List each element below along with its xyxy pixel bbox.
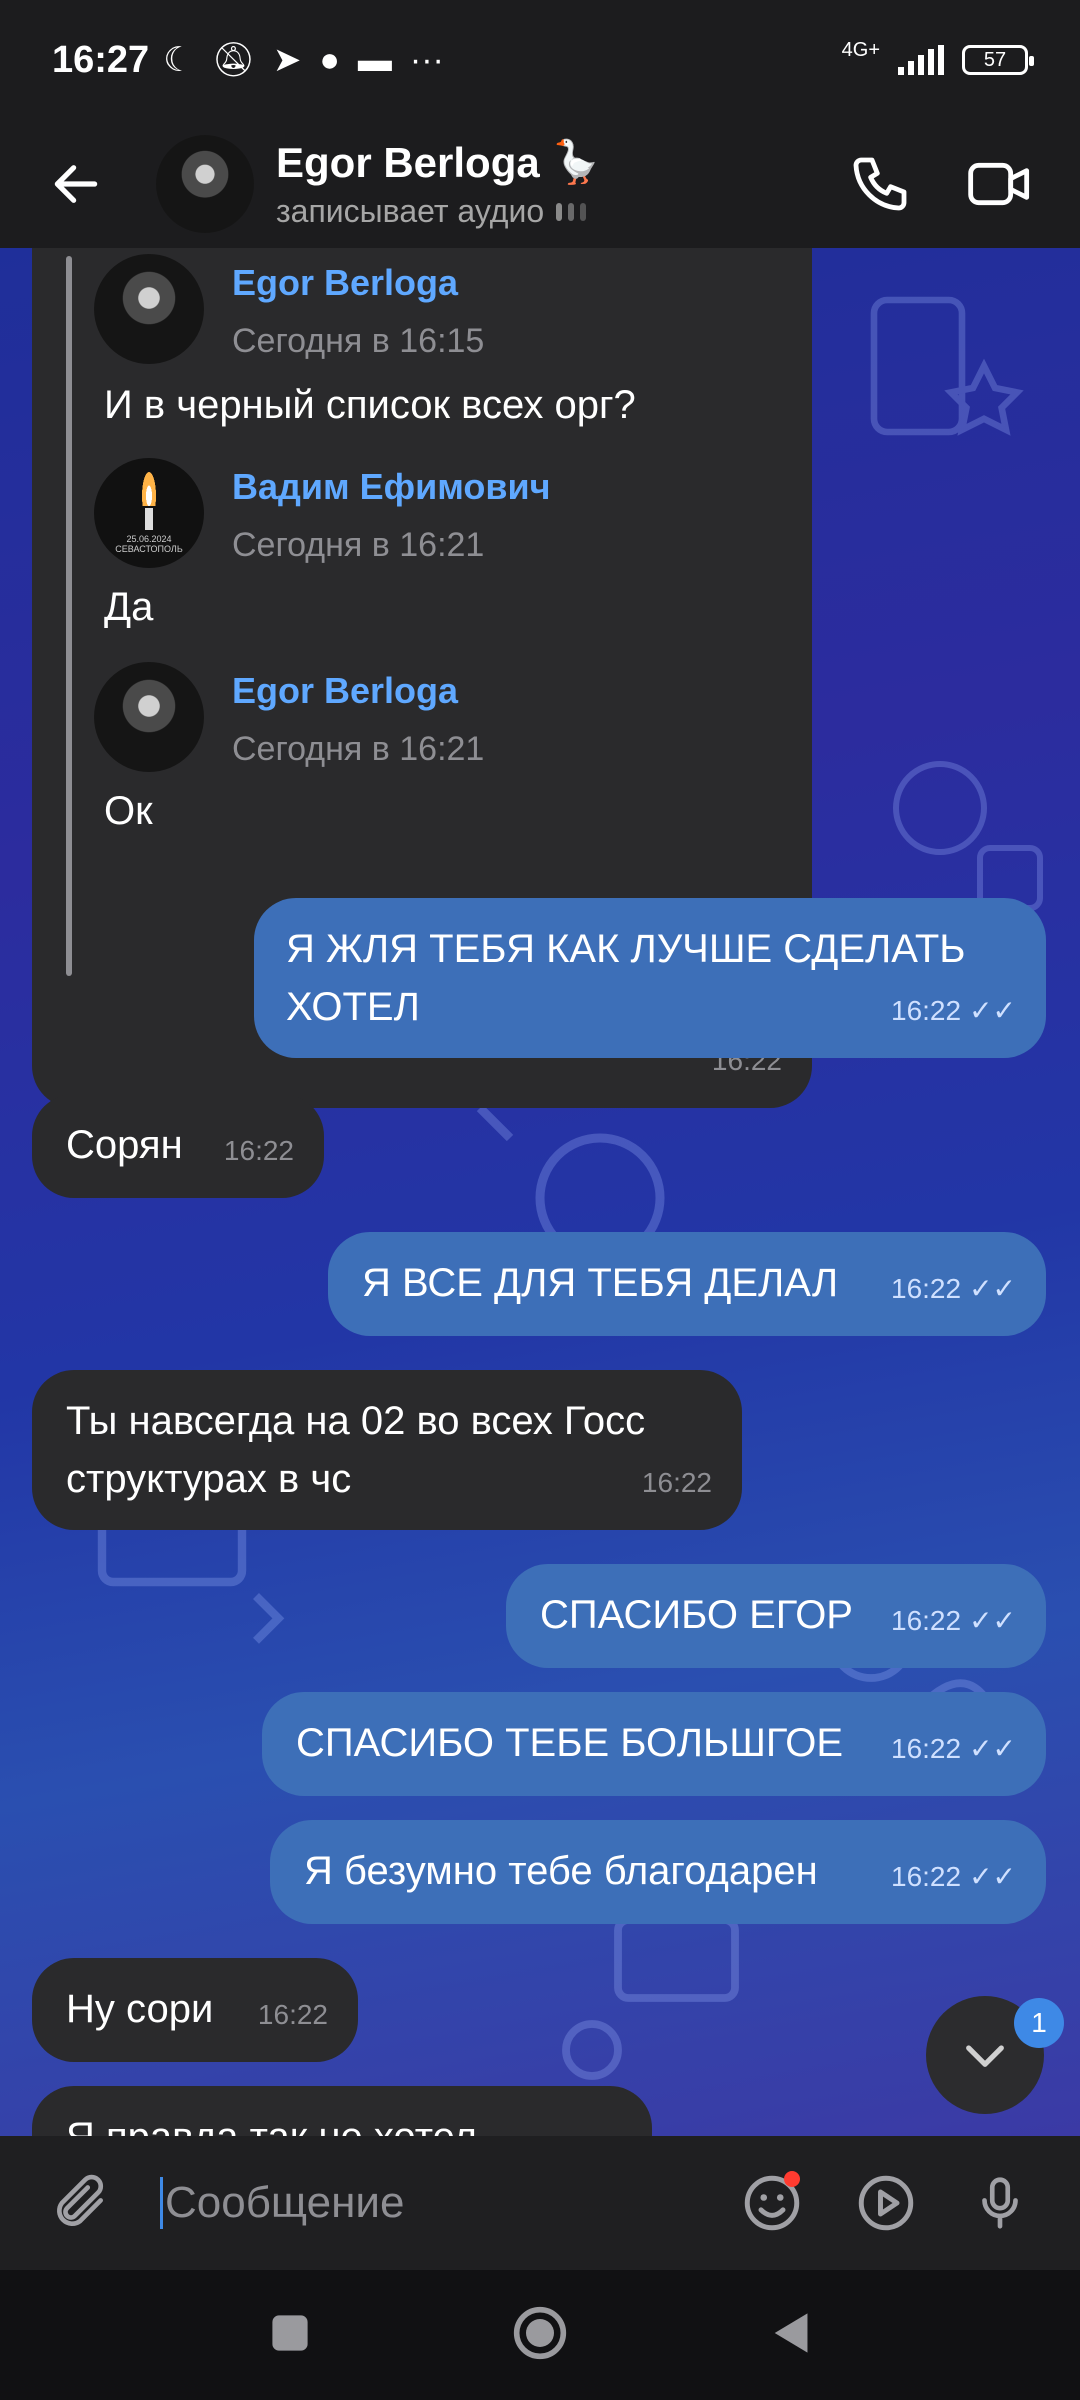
quote-text: Ок bbox=[104, 789, 153, 833]
status-bar: 16:27 ☾ 🔕︎ ➤ ● ▬ ··· 4G+ 57 bbox=[0, 0, 1080, 120]
telegram-icon: ➤ bbox=[272, 41, 302, 79]
message-composer: Сообщение bbox=[0, 2136, 1080, 2270]
avatar-caption: 25.06.2024 СЕВАСТОПОЛЬ bbox=[115, 534, 183, 554]
message-text: Я безумно тебе благодарен bbox=[304, 1849, 818, 1893]
message-text: Я правда так не хотел bbox=[66, 2115, 477, 2136]
message-text: СПАСИБО ЕГОР bbox=[540, 1593, 853, 1637]
home-icon[interactable] bbox=[512, 2305, 568, 2366]
contact-status: записывает аудио bbox=[276, 193, 545, 229]
battery-icon: 57 bbox=[962, 45, 1034, 75]
message-bubble-in[interactable]: Сорян 16:22 bbox=[32, 1094, 324, 1198]
message-text: Я ВСЕ ДЛЯ ТЕБЯ ДЕЛАЛ bbox=[362, 1261, 839, 1305]
message-text: Я ЖЛЯ ТЕБЯ КАК ЛУЧШЕ СДЕЛАТЬ bbox=[286, 927, 966, 971]
double-check-icon: ✓✓ bbox=[969, 1273, 1016, 1304]
quote-date: Сегодня в 16:21 bbox=[232, 730, 485, 768]
message-bubble-out[interactable]: Я ВСЕ ДЛЯ ТЕБЯ ДЕЛАЛ 16:22 ✓✓ bbox=[328, 1232, 1046, 1336]
quote-avatar-egor bbox=[94, 662, 204, 772]
quote-line bbox=[66, 256, 72, 976]
message-meta: 16:22 ✓✓ bbox=[891, 1720, 1016, 1778]
message-time: 16:22 bbox=[223, 1135, 294, 1166]
system-navigation-bar bbox=[0, 2270, 1080, 2400]
message-text: Ты навсегда на 02 во всех Госс bbox=[66, 1399, 646, 1443]
message-bubble-in[interactable]: Ты навсегда на 02 во всех Госс структура… bbox=[32, 1370, 742, 1530]
message-bubble-out[interactable]: Я ЖЛЯ ТЕБЯ КАК ЛУЧШЕ СДЕЛАТЬ ХОТЕЛ 16:22… bbox=[254, 898, 1046, 1058]
message-time: 16:22 bbox=[891, 1861, 962, 1892]
message-time: 16:22 bbox=[891, 995, 962, 1026]
status-right: 4G+ 57 bbox=[842, 39, 1034, 75]
quote-date: Сегодня в 16:21 bbox=[232, 526, 485, 564]
network-type: 4G+ bbox=[841, 38, 880, 61]
contact-info[interactable]: Egor Berloga 🪿 записывает аудио bbox=[276, 138, 800, 230]
double-check-icon: ✓✓ bbox=[969, 995, 1016, 1026]
play-circle-icon[interactable] bbox=[846, 2163, 926, 2243]
message-meta: 16:22 bbox=[224, 1122, 294, 1180]
message-time: 16:22 bbox=[891, 1273, 962, 1304]
message-meta: 16:22 bbox=[642, 1454, 712, 1512]
microphone-icon[interactable] bbox=[960, 2163, 1040, 2243]
status-time: 16:27 bbox=[52, 38, 150, 81]
silent-bell-icon: 🔕︎ bbox=[211, 41, 255, 79]
paperclip-icon[interactable] bbox=[40, 2163, 120, 2243]
double-check-icon: ✓✓ bbox=[969, 1861, 1016, 1892]
recent-apps-icon[interactable] bbox=[268, 2311, 312, 2360]
quote-author[interactable]: Egor Berloga bbox=[232, 662, 458, 720]
message-text: Сорян bbox=[66, 1123, 183, 1167]
message-bubble-out[interactable]: СПАСИБО ТЕБЕ БОЛЬШГОЕ 16:22 ✓✓ bbox=[262, 1692, 1046, 1796]
status-icons: ☾ 🔕︎ ➤ ● ▬ ··· bbox=[163, 40, 444, 80]
message-bubble-in[interactable]: Ну сори 16:22 bbox=[32, 1958, 358, 2062]
quote-text: Да bbox=[104, 585, 154, 629]
message-meta: 16:22 ✓✓ bbox=[891, 1848, 1016, 1906]
recording-dots-icon bbox=[556, 202, 587, 221]
text-caret bbox=[160, 2177, 163, 2229]
chevron-down-icon bbox=[966, 2045, 1004, 2067]
message-meta: 16:22 ✓✓ bbox=[891, 1592, 1016, 1650]
arrow-left-icon[interactable] bbox=[40, 148, 112, 220]
quote-author[interactable]: Вадим Ефимович bbox=[232, 458, 551, 516]
message-placeholder: Сообщение bbox=[165, 2178, 405, 2227]
quote-date: Сегодня в 16:15 bbox=[232, 322, 485, 360]
double-check-icon: ✓✓ bbox=[969, 1605, 1016, 1636]
chat-bubble-icon: ● bbox=[319, 40, 340, 79]
moon-icon: ☾ bbox=[163, 41, 194, 79]
chat-area[interactable]: Egor Berloga Сегодня в 16:15 И в черный … bbox=[0, 248, 1080, 2136]
message-icon: ▬ bbox=[357, 40, 392, 79]
contact-name-row: Egor Berloga 🪿 bbox=[276, 138, 800, 187]
contact-avatar[interactable] bbox=[156, 135, 254, 233]
notification-dot bbox=[784, 2171, 800, 2187]
message-bubble-out[interactable]: Я безумно тебе благодарен 16:22 ✓✓ bbox=[270, 1820, 1046, 1924]
unread-badge: 1 bbox=[1014, 1998, 1064, 2048]
message-input[interactable]: Сообщение bbox=[160, 2177, 698, 2229]
message-bubble-in[interactable]: Я правда так не хотел bbox=[32, 2086, 652, 2136]
contact-name: Egor Berloga bbox=[276, 138, 540, 186]
quote-avatar-vadim: 25.06.2024 СЕВАСТОПОЛЬ bbox=[94, 458, 204, 568]
battery-level: 57 bbox=[983, 48, 1007, 71]
contact-status-row: записывает аудио bbox=[276, 193, 800, 230]
message-bubble-out[interactable]: СПАСИБО ЕГОР 16:22 ✓✓ bbox=[506, 1564, 1046, 1668]
message-text: СПАСИБО ТЕБЕ БОЛЬШГОЕ bbox=[296, 1721, 844, 1765]
quote-avatar-egor bbox=[94, 254, 204, 364]
doodle-pattern-icon bbox=[870, 296, 1024, 436]
message-time: 16:22 bbox=[891, 1733, 962, 1764]
message-text: структурах в чс bbox=[66, 1457, 352, 1501]
quote-text: И в черный список всех орг? bbox=[104, 383, 636, 427]
back-triangle-icon[interactable] bbox=[768, 2309, 812, 2362]
candle-flame-icon bbox=[142, 472, 156, 506]
phone-icon[interactable] bbox=[840, 144, 920, 224]
candle-icon bbox=[145, 508, 153, 530]
message-meta: 16:22 ✓✓ bbox=[891, 1260, 1016, 1318]
signal-icon bbox=[898, 45, 944, 75]
more-dots-icon: ··· bbox=[409, 40, 444, 79]
double-check-icon: ✓✓ bbox=[969, 1733, 1016, 1764]
goose-emoji-icon: 🪿 bbox=[549, 138, 603, 185]
message-text: Ну сори bbox=[66, 1987, 214, 2031]
message-time: 16:22 bbox=[257, 1999, 328, 2030]
emoji-icon[interactable] bbox=[732, 2163, 812, 2243]
message-time: 16:22 bbox=[641, 1467, 712, 1498]
chat-header: Egor Berloga 🪿 записывает аудио bbox=[0, 120, 1080, 248]
message-meta: 16:22 bbox=[258, 1986, 328, 2044]
video-camera-icon[interactable] bbox=[960, 144, 1040, 224]
message-meta: 16:22 ✓✓ bbox=[891, 982, 1016, 1040]
message-time: 16:22 bbox=[891, 1605, 962, 1636]
quote-author[interactable]: Egor Berloga bbox=[232, 254, 458, 312]
